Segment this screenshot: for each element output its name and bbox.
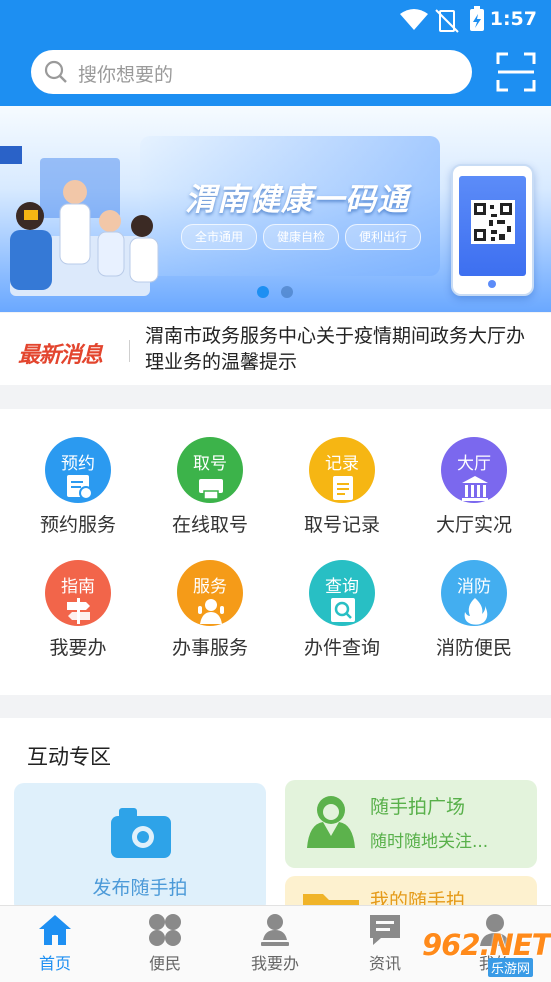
service-item[interactable]: 查询 办件查询 bbox=[276, 560, 408, 680]
news-tag: 最新消息 bbox=[18, 343, 103, 368]
phone-illustration bbox=[451, 164, 534, 296]
service-badge-text: 取号 bbox=[193, 454, 227, 474]
service-badge-text: 大厅 bbox=[457, 454, 491, 474]
home-icon bbox=[37, 912, 73, 952]
service-label: 大厅实况 bbox=[435, 514, 512, 536]
carousel-dot-active[interactable] bbox=[257, 286, 269, 298]
status-icons bbox=[398, 6, 503, 40]
service-label: 预约服务 bbox=[39, 514, 116, 536]
service-badge-text: 服务 bbox=[193, 577, 227, 597]
service-icon: 消防 bbox=[441, 560, 507, 626]
section-title: 互动专区 bbox=[27, 745, 111, 769]
service-badge-text: 查询 bbox=[325, 577, 359, 597]
service-item[interactable]: 消防 消防便民 bbox=[408, 560, 540, 680]
search-input[interactable]: 搜你想要的 bbox=[31, 50, 472, 94]
status-time: 1:57 bbox=[489, 8, 537, 30]
service-icon: 查询 bbox=[309, 560, 375, 626]
service-label: 我要办 bbox=[49, 637, 107, 659]
service-item[interactable]: 取号 在线取号 bbox=[144, 437, 276, 557]
service-grid: 预约 预约服务 取号 在线取号 记录 取号记录 大厅 大厅实况 指南 我要办 服务 办事服务 查询 办件查… bbox=[0, 409, 551, 695]
photo-square-title: 随手拍广场 bbox=[370, 796, 466, 818]
watermark-logo: 962.NET 乐游网 bbox=[418, 922, 551, 978]
service-glyph-icon bbox=[460, 473, 490, 508]
service-item[interactable]: 指南 我要办 bbox=[12, 560, 144, 680]
watermark-brand: 962.NET bbox=[422, 928, 551, 962]
message-icon bbox=[367, 912, 403, 952]
banner-pill-1: 全市通用 bbox=[181, 224, 257, 250]
user-stamp-icon bbox=[257, 912, 293, 952]
interaction-zone: 互动专区 发布随手拍 随手拍广场 随时随地关注... 我的随手拍 bbox=[0, 718, 551, 936]
banner-pill-2: 健康自检 bbox=[263, 224, 339, 250]
search-placeholder: 搜你想要的 bbox=[78, 64, 174, 86]
service-label: 消防便民 bbox=[435, 637, 512, 659]
service-icon: 取号 bbox=[177, 437, 243, 503]
photo-square-card[interactable]: 随手拍广场 随时随地关注... bbox=[285, 780, 537, 868]
service-glyph-icon bbox=[64, 473, 94, 508]
post-photo-card[interactable]: 发布随手拍 bbox=[14, 783, 266, 913]
service-glyph-icon bbox=[328, 596, 358, 631]
service-item[interactable]: 预约 预约服务 bbox=[12, 437, 144, 557]
post-photo-label: 发布随手拍 bbox=[92, 877, 188, 899]
camera-icon bbox=[111, 806, 171, 862]
service-glyph-icon bbox=[196, 596, 226, 631]
news-ticker[interactable]: 最新消息 渭南市政务服务中心关于疫情期间政务大厅办理业务的温馨提示 bbox=[0, 313, 551, 385]
watermark-subtext: 乐游网 bbox=[488, 958, 534, 977]
news-divider bbox=[129, 340, 130, 362]
service-badge-text: 指南 bbox=[61, 577, 95, 597]
service-badge-text: 预约 bbox=[61, 454, 95, 474]
service-glyph-icon bbox=[460, 596, 490, 631]
service-label: 办事服务 bbox=[171, 637, 248, 659]
service-icon: 预约 bbox=[45, 437, 111, 503]
photo-square-subtitle: 随时随地关注... bbox=[370, 832, 489, 852]
service-icon: 服务 bbox=[177, 560, 243, 626]
tab-label: 首页 bbox=[38, 954, 71, 973]
service-badge-text: 消防 bbox=[457, 577, 491, 597]
service-label: 取号记录 bbox=[303, 514, 380, 536]
banner-carousel[interactable]: 渭南健康一码通 全市通用 健康自检 便利出行 bbox=[0, 106, 551, 312]
search-icon bbox=[43, 59, 69, 89]
carousel-dot[interactable] bbox=[281, 286, 293, 298]
service-badge-text: 记录 bbox=[325, 454, 359, 474]
tab-convenience[interactable]: 便民 bbox=[110, 906, 220, 982]
grid-clover-icon bbox=[147, 912, 183, 952]
service-icon: 指南 bbox=[45, 560, 111, 626]
service-glyph-icon bbox=[64, 596, 94, 631]
service-label: 在线取号 bbox=[171, 514, 248, 536]
service-item[interactable]: 服务 办事服务 bbox=[144, 560, 276, 680]
tab-label: 便民 bbox=[148, 954, 181, 973]
doctors-illustration bbox=[0, 146, 175, 312]
banner-pill-3: 便利出行 bbox=[345, 224, 421, 250]
qr-code-icon bbox=[471, 200, 515, 248]
service-glyph-icon bbox=[328, 473, 358, 508]
tab-label: 我要办 bbox=[250, 954, 299, 973]
news-headline[interactable]: 渭南市政务服务中心关于疫情期间政务大厅办理业务的温馨提示 bbox=[145, 323, 540, 375]
service-icon: 大厅 bbox=[441, 437, 507, 503]
banner-title: 渭南健康一码通 bbox=[185, 182, 409, 218]
square-people-icon bbox=[303, 792, 359, 852]
service-icon: 记录 bbox=[309, 437, 375, 503]
service-label: 办件查询 bbox=[303, 637, 380, 659]
scan-icon[interactable] bbox=[496, 52, 536, 96]
app-header: 1:57 搜你想要的 bbox=[0, 0, 551, 106]
tab-todo[interactable]: 我要办 bbox=[220, 906, 330, 982]
service-item[interactable]: 大厅 大厅实况 bbox=[408, 437, 540, 557]
service-glyph-icon bbox=[196, 473, 226, 508]
tab-home[interactable]: 首页 bbox=[0, 906, 110, 982]
service-item[interactable]: 记录 取号记录 bbox=[276, 437, 408, 557]
